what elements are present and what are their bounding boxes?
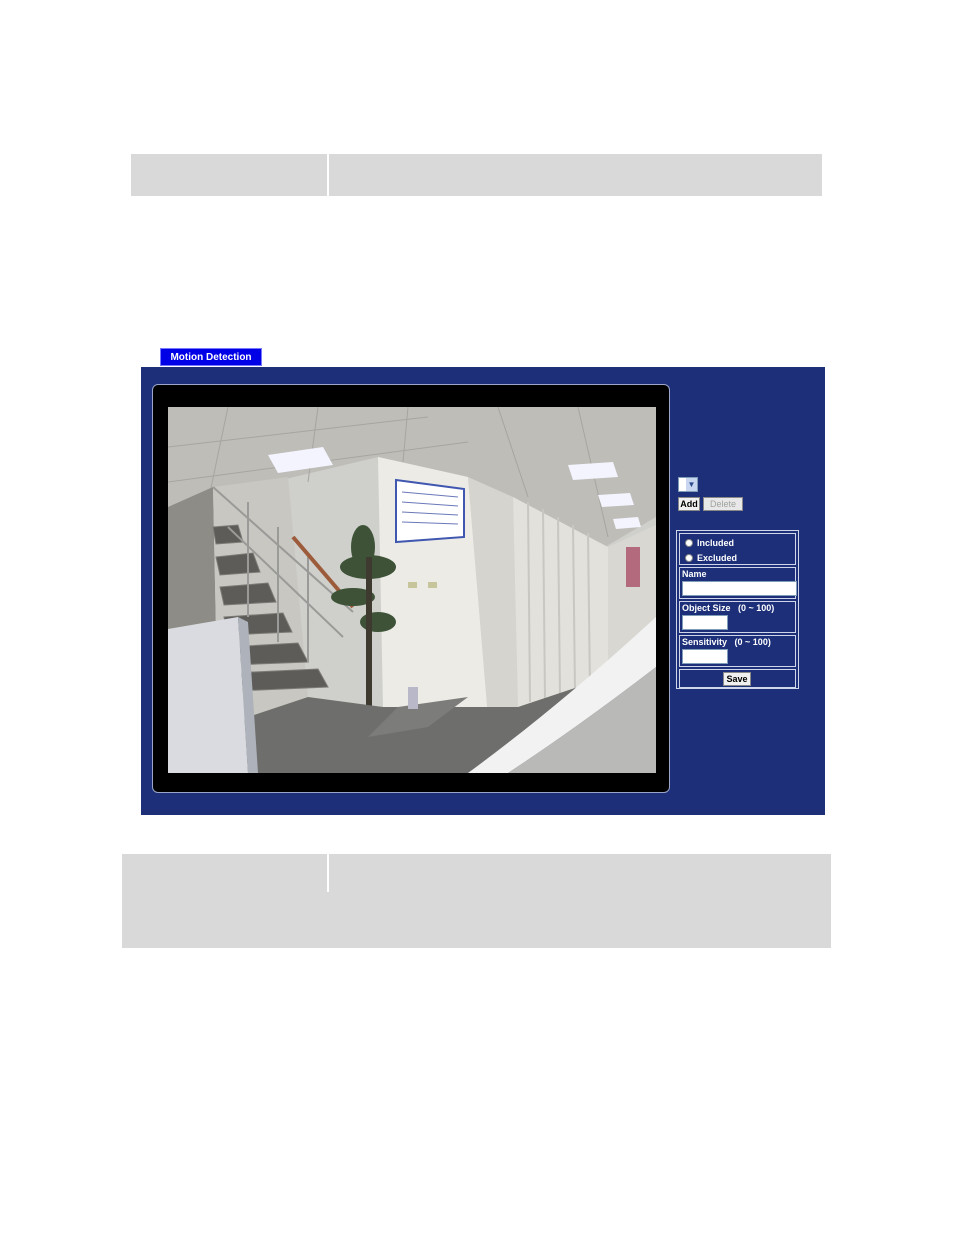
tab-motion-detection[interactable]: Motion Detection — [160, 348, 262, 366]
region-type-cell: Included Excluded — [679, 533, 796, 565]
table-cell-divider — [327, 854, 329, 892]
add-button[interactable]: Add — [678, 497, 700, 511]
motion-detection-panel: ▼ Add Delete Included Excluded Name Obje… — [141, 367, 825, 815]
object-size-label: Object Size (0 ~ 100) — [682, 603, 775, 613]
delete-button[interactable]: Delete — [703, 497, 743, 511]
included-radio[interactable] — [685, 539, 693, 547]
name-field[interactable] — [682, 581, 797, 596]
save-button[interactable]: Save — [723, 672, 751, 686]
camera-frame — [152, 384, 670, 793]
sensitivity-range: (0 ~ 100) — [734, 637, 771, 647]
table-cell-divider — [327, 154, 329, 196]
camera-view[interactable] — [168, 407, 656, 773]
camera-image — [168, 407, 656, 773]
zone-settings-table: Included Excluded Name Object Size (0 ~ … — [676, 530, 799, 689]
object-size-cell: Object Size (0 ~ 100) — [679, 601, 796, 633]
object-size-range: (0 ~ 100) — [738, 603, 775, 613]
object-size-field[interactable] — [682, 615, 728, 630]
excluded-radio[interactable] — [685, 554, 693, 562]
table-row-top — [131, 154, 822, 196]
table-row-bottom — [122, 854, 831, 948]
zone-select[interactable]: ▼ — [678, 477, 698, 492]
sensitivity-field[interactable] — [682, 649, 728, 664]
name-cell: Name — [679, 567, 797, 599]
excluded-label: Excluded — [697, 553, 738, 563]
sensitivity-cell: Sensitivity (0 ~ 100) — [679, 635, 796, 667]
name-label: Name — [682, 569, 707, 579]
included-label: Included — [697, 538, 735, 548]
chevron-down-icon: ▼ — [686, 478, 697, 491]
sensitivity-label: Sensitivity (0 ~ 100) — [682, 637, 771, 647]
